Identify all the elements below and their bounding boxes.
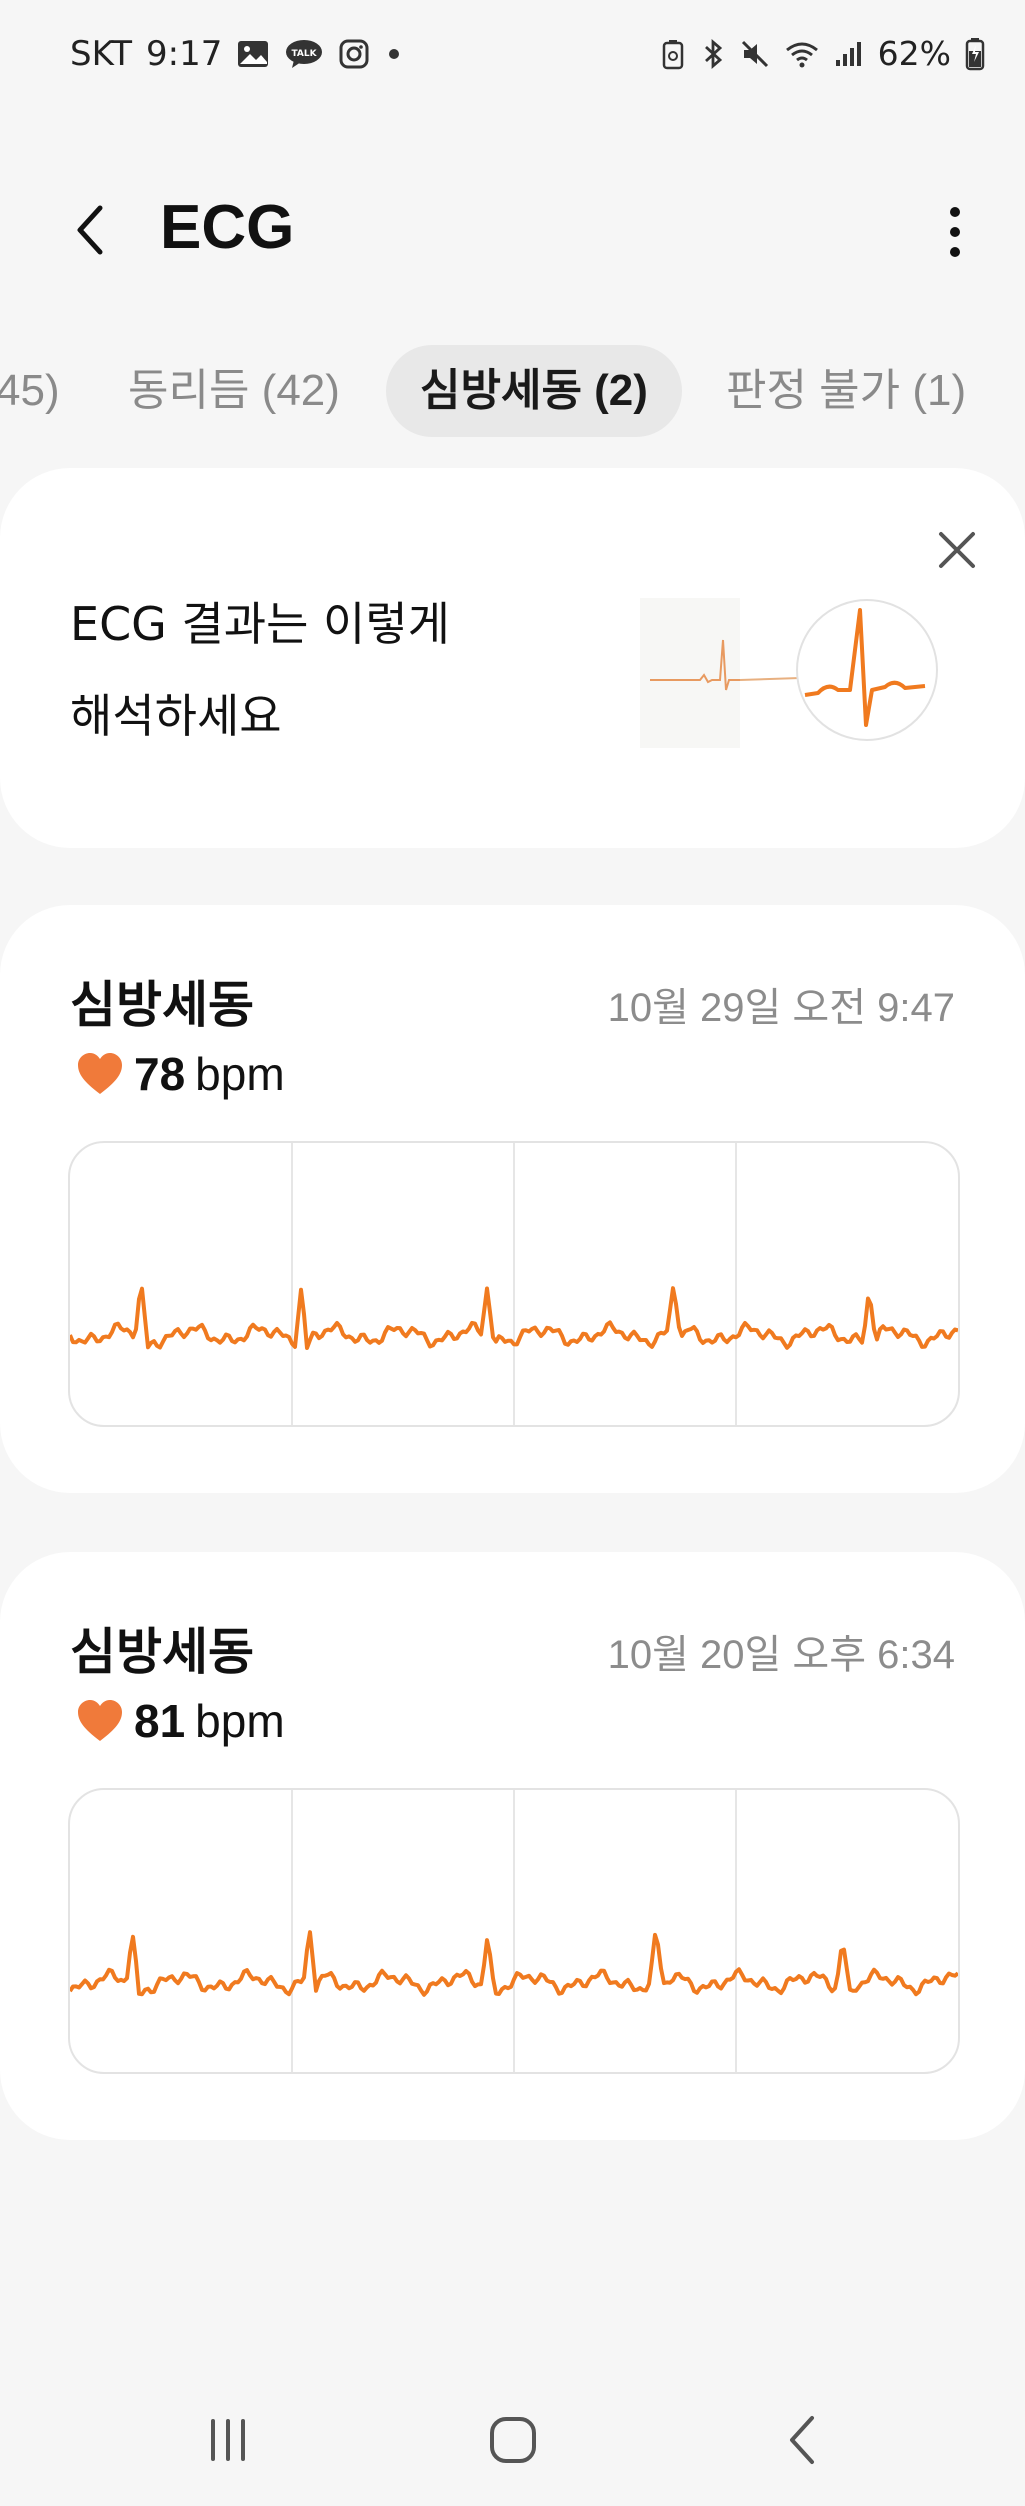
heart-icon — [78, 1053, 122, 1094]
battery-charging-icon — [965, 37, 985, 71]
nav-back-button[interactable] — [752, 2400, 852, 2480]
guide-text: ECG 결과는 이렇게 해석하세요 — [70, 578, 450, 762]
instagram-icon — [338, 38, 370, 70]
back-arrow-icon — [77, 205, 103, 255]
notification-dot-icon — [384, 44, 404, 64]
status-bar: SKT 9:17 TALK 62% — [0, 0, 1025, 110]
ecg-waveform-chart — [68, 1788, 960, 2074]
guide-line-1: ECG 결과는 이렇게 — [70, 597, 450, 651]
app-header: ECG — [0, 170, 1025, 290]
close-icon — [939, 532, 975, 568]
status-left: SKT 9:17 TALK — [70, 34, 404, 74]
nav-back-icon — [790, 2416, 814, 2464]
filter-tabs: 45) 동리듬 (42) 심방세동 (2) 판정 불가 (1) — [0, 345, 1025, 440]
ecg-record-card[interactable]: 심방세동 10월 20일 오후 6:34 81 bpm — [0, 1552, 1025, 2140]
tab-inconclusive[interactable]: 판정 불가 (1) — [726, 345, 966, 437]
record-result-label: 심방세동 — [70, 1623, 254, 1681]
page-title: ECG — [160, 193, 295, 262]
record-datetime: 10월 29일 오전 9:47 — [607, 986, 955, 1030]
ecg-record-card[interactable]: 심방세동 10월 29일 오전 9:47 78 bpm — [0, 905, 1025, 1493]
status-right: 62% — [660, 34, 985, 73]
more-options-button[interactable] — [925, 192, 985, 272]
talk-icon: TALK — [284, 38, 324, 70]
signal-icon — [834, 38, 864, 70]
back-button[interactable] — [60, 200, 120, 260]
home-icon — [490, 2417, 536, 2463]
close-guide-button[interactable] — [927, 520, 987, 580]
bpm-value: 78 — [134, 1048, 186, 1100]
wifi-icon — [784, 38, 820, 70]
record-datetime: 10월 20일 오후 6:34 — [607, 1633, 955, 1677]
more-vertical-icon — [950, 207, 960, 257]
bpm-unit: bpm — [195, 1048, 285, 1100]
carrier-label: SKT — [70, 34, 133, 74]
tab-atrial-fibrillation[interactable]: 심방세동 (2) — [386, 345, 682, 437]
home-button[interactable] — [463, 2400, 563, 2480]
battery-percent: 62% — [877, 34, 951, 73]
gallery-icon — [236, 38, 270, 70]
bpm-value: 81 — [134, 1695, 186, 1747]
mute-icon — [740, 38, 770, 70]
system-nav-bar — [0, 2370, 1025, 2506]
clock: 9:17 — [146, 34, 223, 74]
svg-text:TALK: TALK — [292, 49, 318, 59]
tab-sinus-rhythm[interactable]: 동리듬 (42) — [128, 345, 340, 437]
bpm-unit: bpm — [195, 1695, 285, 1747]
record-result-label: 심방세동 — [70, 976, 254, 1034]
record-heart-rate: 81 bpm — [76, 1694, 285, 1748]
ecg-waveform-chart — [68, 1141, 960, 1427]
heart-icon — [78, 1700, 122, 1741]
guide-line-2: 해석하세요 — [70, 689, 282, 743]
battery-saver-icon — [660, 38, 686, 70]
ecg-illustration — [640, 590, 940, 750]
bluetooth-icon — [700, 38, 726, 70]
recent-apps-icon — [211, 2419, 245, 2461]
record-heart-rate: 78 bpm — [76, 1047, 285, 1101]
recent-apps-button[interactable] — [178, 2400, 278, 2480]
tab-normal-partial[interactable]: 45) — [0, 345, 60, 437]
